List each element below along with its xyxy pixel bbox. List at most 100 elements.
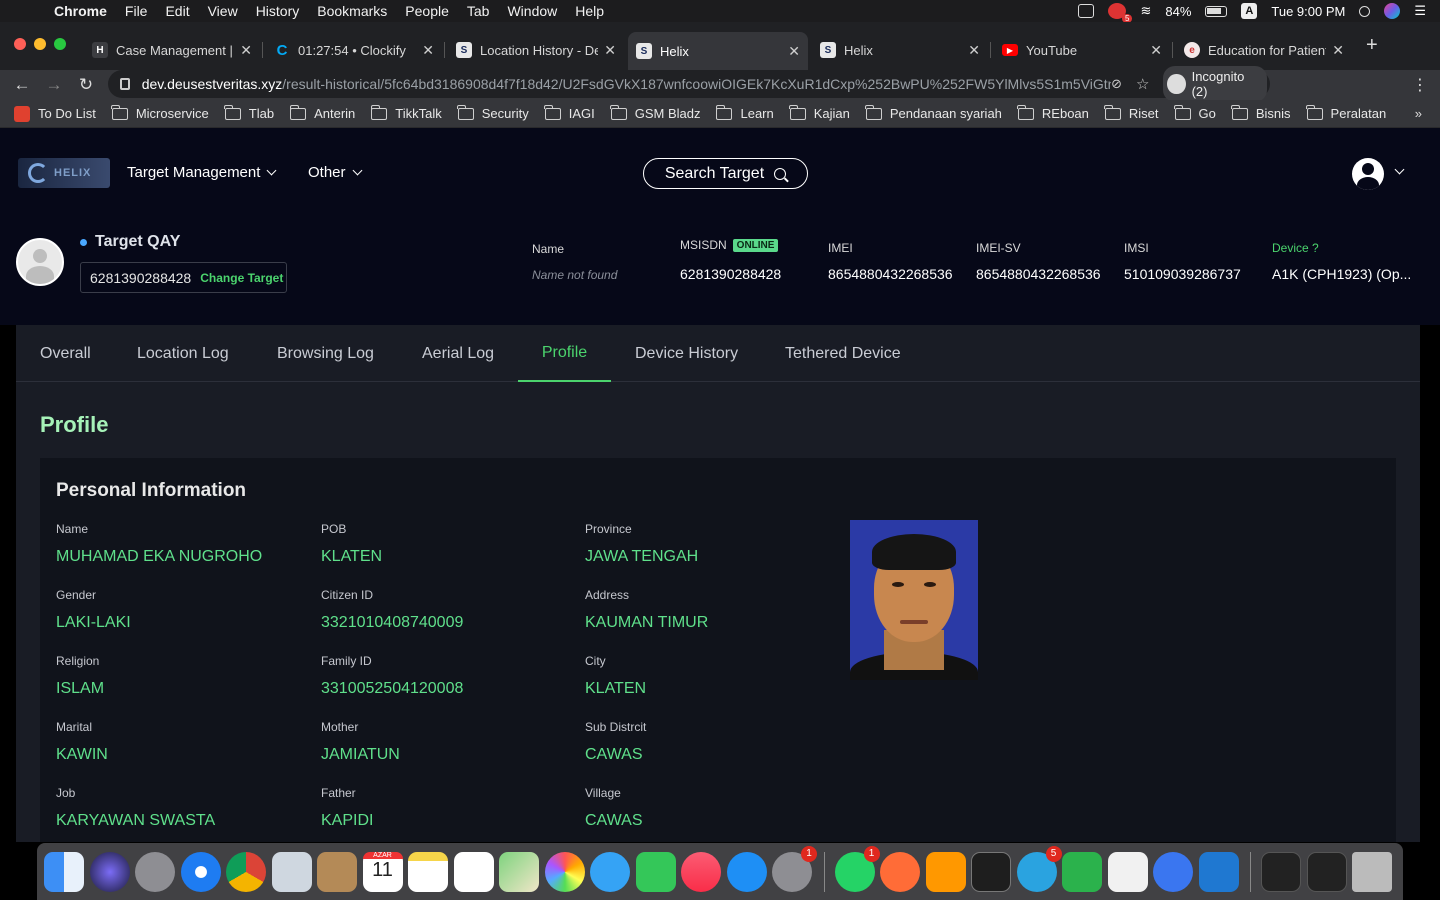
finder-icon[interactable] bbox=[44, 851, 84, 892]
nav-target-management[interactable]: Target Management bbox=[127, 164, 277, 181]
bookmark-folder[interactable]: Security bbox=[457, 104, 529, 121]
menu-file[interactable]: File bbox=[125, 3, 148, 19]
bookmark-folder[interactable]: Microservice bbox=[111, 104, 209, 121]
safari-icon[interactable] bbox=[180, 851, 221, 892]
search-target-button[interactable]: Search Target bbox=[643, 158, 808, 189]
menu-tab[interactable]: Tab bbox=[467, 3, 490, 19]
helix-logo[interactable]: HELIX bbox=[18, 158, 110, 188]
bookmark-folder[interactable]: Kajian bbox=[789, 104, 850, 121]
signal-icon[interactable] bbox=[1153, 851, 1193, 892]
whatsapp-icon[interactable]: 1 bbox=[834, 845, 880, 892]
tab-location-log[interactable]: Location Log bbox=[137, 325, 229, 382]
bookmark-folder[interactable]: Anterin bbox=[289, 104, 355, 121]
tab-location-history[interactable]: S Location History - De ✕ bbox=[448, 36, 624, 64]
menu-people[interactable]: People bbox=[405, 3, 449, 19]
calendar-icon[interactable]: AZAR 11 bbox=[362, 851, 403, 892]
system-preferences-icon[interactable]: 1 bbox=[772, 845, 817, 892]
bookmark-folder[interactable]: Peralatan bbox=[1306, 104, 1386, 121]
bookmark-folder[interactable]: GSM Bladz bbox=[610, 104, 700, 121]
app-store-icon[interactable] bbox=[726, 851, 767, 892]
trash-icon[interactable] bbox=[1352, 851, 1392, 892]
bookmark-star-icon[interactable]: ☆ bbox=[1136, 75, 1149, 93]
close-tab-icon[interactable]: ✕ bbox=[604, 42, 616, 59]
document-icon[interactable] bbox=[1107, 851, 1148, 892]
preview-icon[interactable] bbox=[271, 851, 312, 892]
terminal-icon[interactable] bbox=[971, 851, 1011, 892]
menu-bookmarks[interactable]: Bookmarks bbox=[317, 3, 387, 19]
bookmark-folder[interactable]: Go bbox=[1174, 104, 1216, 121]
reload-icon[interactable]: ↻ bbox=[76, 75, 96, 95]
mdm-app-icon[interactable] bbox=[1198, 851, 1239, 892]
menu-view[interactable]: View bbox=[208, 3, 238, 19]
incognito-button[interactable]: Incognito (2) bbox=[1163, 66, 1267, 102]
close-tab-icon[interactable]: ✕ bbox=[1150, 42, 1162, 59]
close-tab-icon[interactable]: ✕ bbox=[788, 43, 800, 60]
menu-window[interactable]: Window bbox=[507, 3, 557, 19]
tab-tethered-device[interactable]: Tethered Device bbox=[785, 325, 901, 382]
bookmark-folder[interactable]: Pendanaan syariah bbox=[865, 104, 1002, 121]
input-source-icon[interactable]: A bbox=[1241, 3, 1258, 19]
tab-overall[interactable]: Overall bbox=[40, 325, 91, 382]
bookmark-folder[interactable]: Learn bbox=[715, 104, 774, 121]
more-menu-icon[interactable]: ⋮ bbox=[1412, 75, 1428, 95]
tab-aerial-log[interactable]: Aerial Log bbox=[422, 325, 494, 382]
siri-icon[interactable] bbox=[89, 851, 130, 892]
user-avatar[interactable] bbox=[1352, 158, 1384, 190]
close-window-button[interactable] bbox=[14, 38, 26, 50]
messages-icon[interactable] bbox=[590, 851, 630, 892]
music-icon[interactable] bbox=[681, 851, 721, 892]
lock-icon[interactable] bbox=[120, 78, 130, 90]
chrome-icon[interactable] bbox=[226, 851, 266, 892]
maps-icon[interactable] bbox=[499, 851, 539, 892]
close-tab-icon[interactable]: ✕ bbox=[422, 42, 434, 59]
minimized-window-thumbnail[interactable] bbox=[1261, 851, 1301, 892]
bookmark-folder[interactable]: REboan bbox=[1017, 104, 1089, 121]
reminders-icon[interactable] bbox=[453, 851, 494, 892]
eye-off-icon[interactable]: ⊘ bbox=[1111, 76, 1122, 92]
close-tab-icon[interactable]: ✕ bbox=[240, 42, 252, 59]
tab-browsing-log[interactable]: Browsing Log bbox=[277, 325, 374, 382]
tab-device-history[interactable]: Device History bbox=[635, 325, 738, 382]
close-tab-icon[interactable]: ✕ bbox=[968, 42, 980, 59]
menu-history[interactable]: History bbox=[256, 3, 300, 19]
notes-icon[interactable] bbox=[408, 851, 448, 892]
bookmark-todo-list[interactable]: To Do List bbox=[14, 105, 96, 122]
menu-edit[interactable]: Edit bbox=[165, 3, 189, 19]
tab-helix[interactable]: S Helix ✕ bbox=[812, 36, 988, 64]
clock[interactable]: Tue 9:00 PM bbox=[1271, 4, 1345, 19]
bookmark-folder[interactable]: Tlab bbox=[224, 104, 274, 121]
battery-icon[interactable] bbox=[1205, 5, 1228, 17]
tab-case-management[interactable]: H Case Management | I ✕ bbox=[84, 36, 260, 64]
bookmark-folder[interactable]: TikkTalk bbox=[370, 104, 442, 121]
contacts-icon[interactable] bbox=[317, 851, 357, 892]
checkmark-app-icon[interactable] bbox=[1062, 851, 1102, 892]
close-tab-icon[interactable]: ✕ bbox=[1332, 42, 1344, 59]
new-tab-button[interactable]: + bbox=[1366, 34, 1378, 57]
user-menu-chevron-icon[interactable] bbox=[1394, 164, 1405, 175]
photos-icon[interactable] bbox=[544, 851, 585, 892]
launchpad-icon[interactable] bbox=[135, 851, 175, 892]
telegram-icon[interactable]: 5 bbox=[1016, 845, 1062, 892]
device-label[interactable]: Device ? bbox=[1272, 241, 1319, 255]
tab-clockify[interactable]: C 01:27:54 • Clockify ✕ bbox=[266, 36, 442, 64]
minimize-window-button[interactable] bbox=[34, 38, 46, 50]
bookmark-folder[interactable]: IAGI bbox=[544, 104, 595, 121]
bookmarks-overflow-icon[interactable]: » bbox=[1415, 106, 1422, 121]
bookmark-folder[interactable]: Bisnis bbox=[1231, 104, 1291, 121]
bookmark-folder[interactable]: Riset bbox=[1104, 104, 1159, 121]
nav-other[interactable]: Other bbox=[308, 164, 362, 181]
zoom-window-button[interactable] bbox=[54, 38, 66, 50]
spotlight-icon[interactable] bbox=[1359, 5, 1371, 17]
forward-icon[interactable]: → bbox=[44, 75, 64, 95]
postman-icon[interactable] bbox=[880, 851, 920, 892]
tab-youtube[interactable]: ▶ YouTube ✕ bbox=[994, 36, 1170, 64]
wifi-icon[interactable]: ≋ bbox=[1140, 3, 1151, 19]
minimized-window-thumbnail[interactable] bbox=[1306, 851, 1347, 892]
status-notification-icon[interactable]: 5 bbox=[1108, 3, 1133, 23]
status-app-icon[interactable] bbox=[1078, 4, 1095, 18]
facetime-icon[interactable] bbox=[635, 851, 676, 892]
siri-icon[interactable] bbox=[1384, 3, 1401, 19]
tab-helix-active[interactable]: S Helix ✕ bbox=[628, 32, 808, 70]
address-bar[interactable]: dev.deusestveritas.xyz /result-historica… bbox=[108, 66, 1270, 102]
menu-app-name[interactable]: Chrome bbox=[54, 3, 107, 19]
